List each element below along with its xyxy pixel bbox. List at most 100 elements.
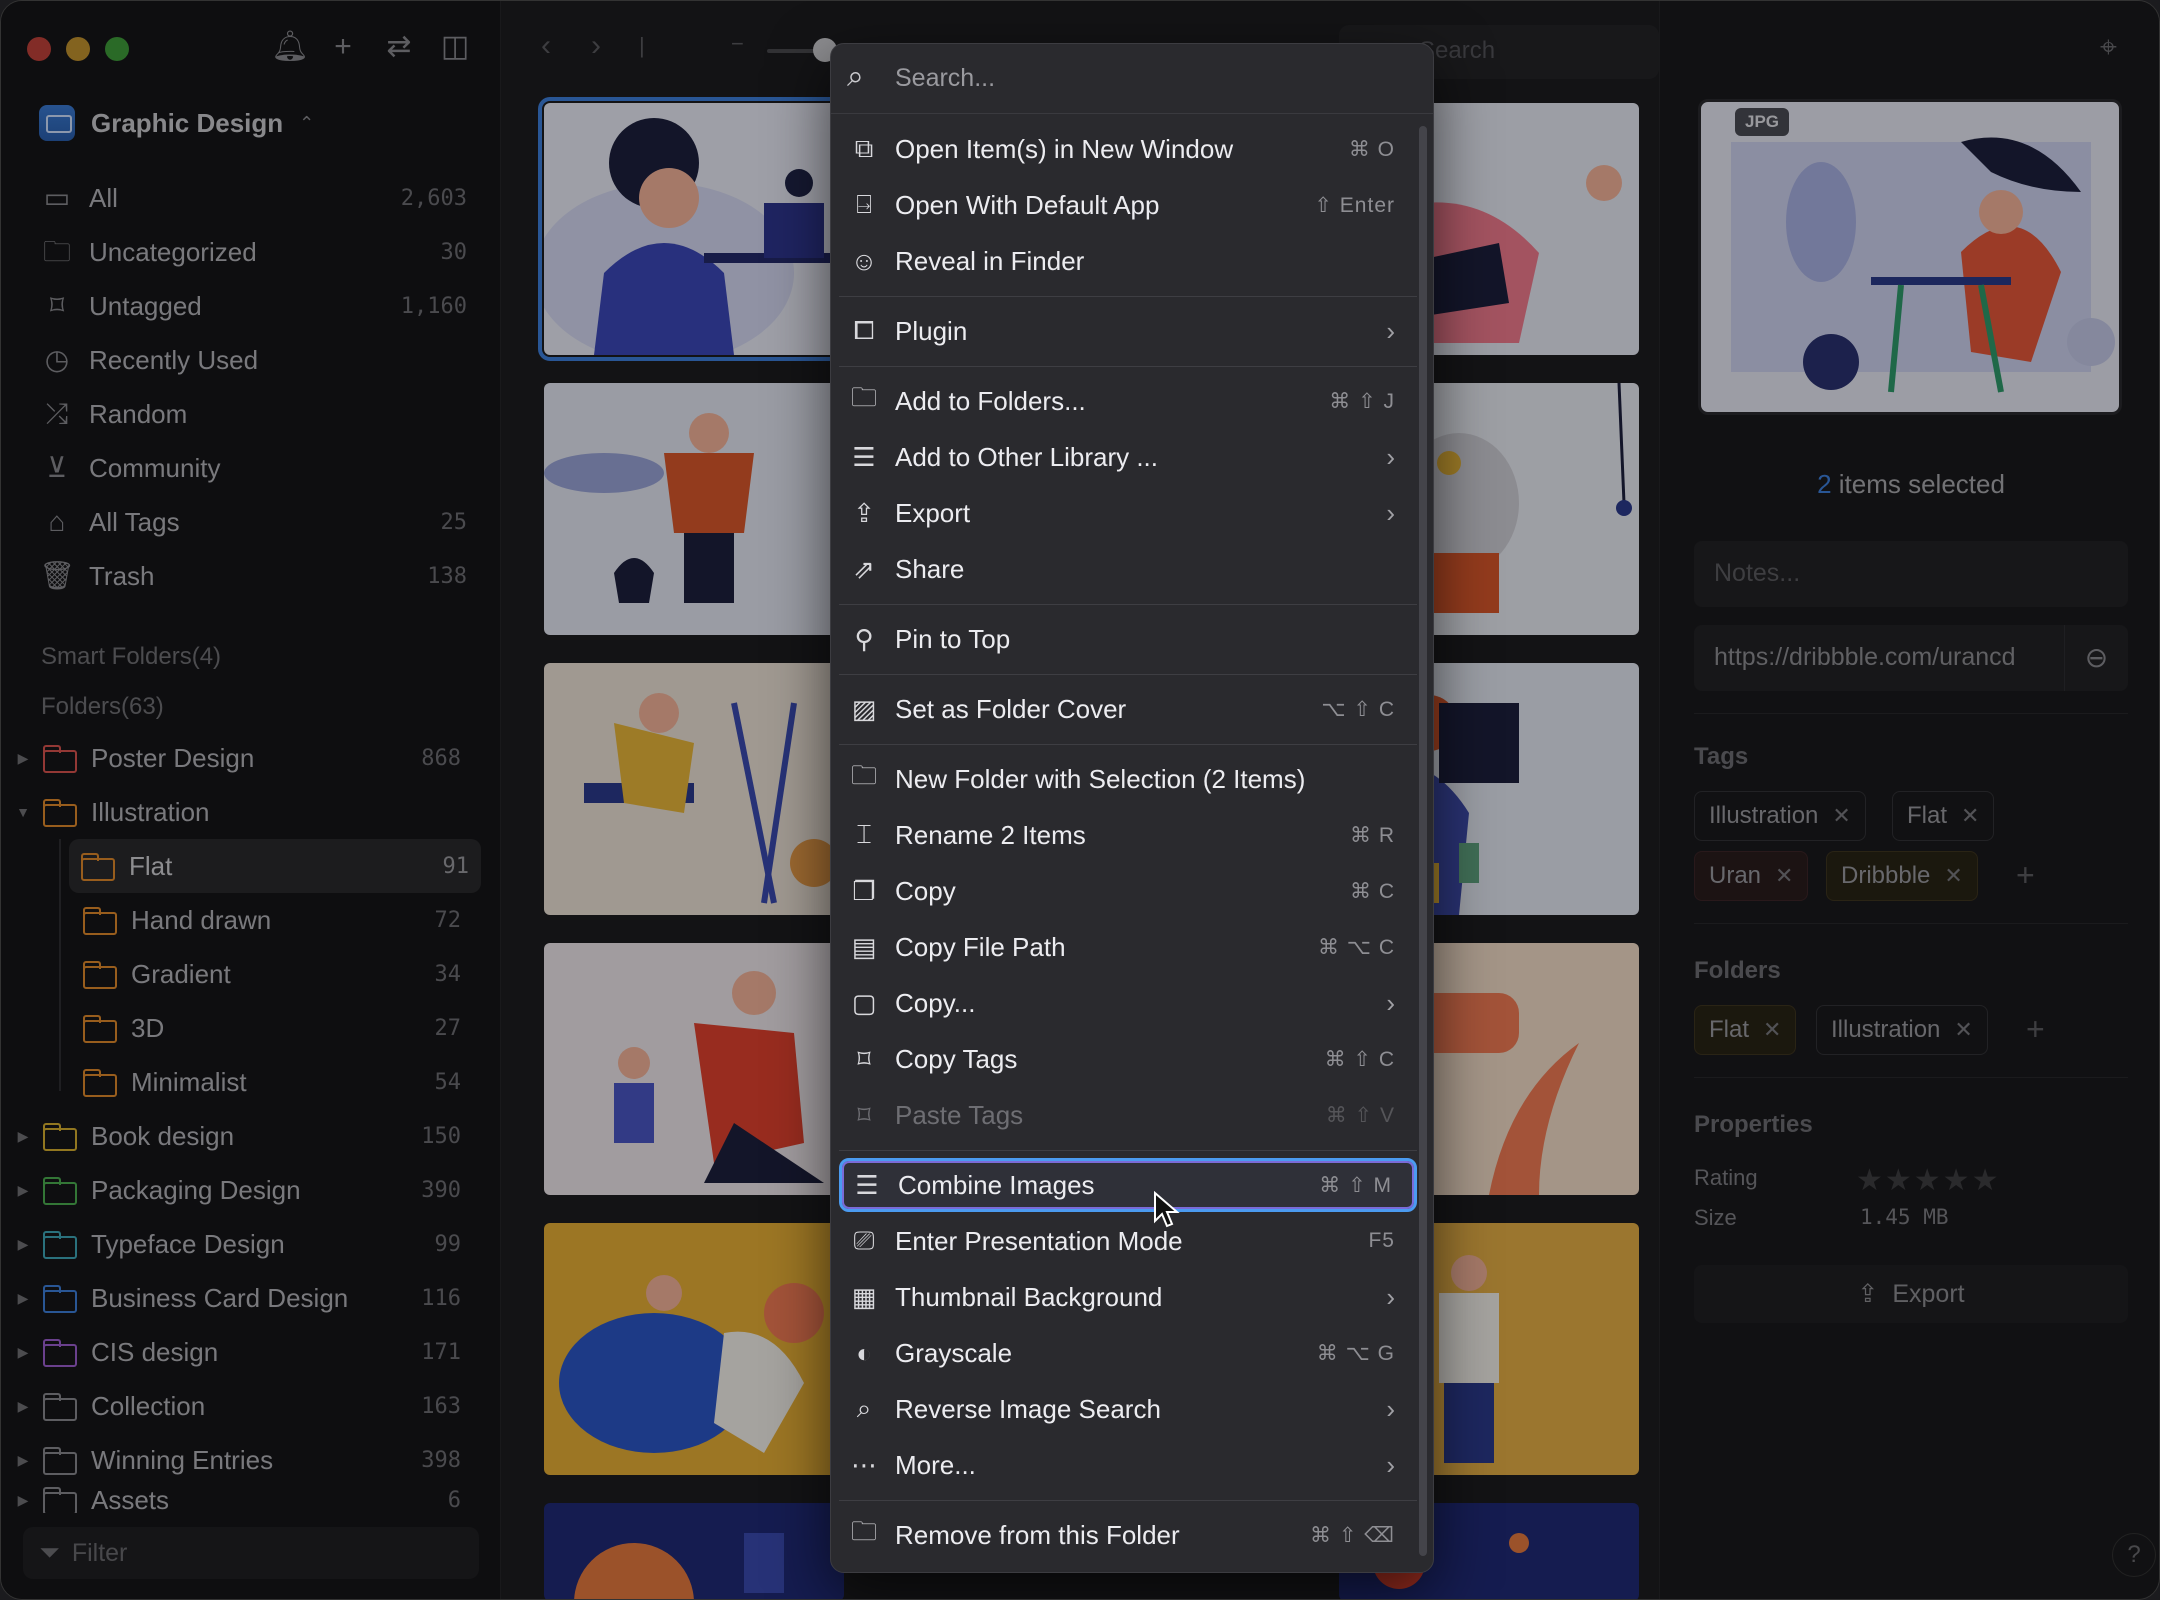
folder-poster-design[interactable]: ▶ Poster Design 868 — [1, 731, 501, 785]
menu-item-grayscale[interactable]: ◐ Grayscale ⌘ ⌥ G — [839, 1326, 1417, 1380]
tag-chip[interactable]: Flat ✕ — [1892, 791, 1995, 841]
zoom-window-button[interactable] — [105, 37, 129, 61]
close-icon[interactable]: ✕ — [1944, 863, 1962, 889]
menu-item-reveal-in-finder[interactable]: ☺ Reveal in Finder — [839, 234, 1417, 288]
thumbnail-item[interactable] — [538, 97, 850, 361]
menu-item-copy[interactable]: ❐ Copy ⌘ C — [839, 864, 1417, 918]
menu-item-new-folder-with-selection-2-items[interactable]: 🗀 New Folder with Selection (2 Items) — [839, 752, 1417, 806]
swap-icon[interactable]: ⇄ — [383, 31, 415, 63]
folder-business-card-design[interactable]: ▶ Business Card Design 116 — [1, 1271, 501, 1325]
folder-packaging-design[interactable]: ▶ Packaging Design 390 — [1, 1163, 501, 1217]
menu-item-share[interactable]: ⇗ Share — [839, 542, 1417, 596]
close-icon[interactable]: ✕ — [1954, 1017, 1972, 1043]
menu-item-open-with-default-app[interactable]: ⍈ Open With Default App ⇧ Enter — [839, 178, 1417, 232]
sidebar-item-all-tags[interactable]: ⌂ All Tags 25 — [29, 495, 479, 549]
folder-flat[interactable]: Flat 91 — [69, 839, 481, 893]
thumbnail-item[interactable] — [544, 383, 844, 635]
folder-winning-entries[interactable]: ▶ Winning Entries 398 — [1, 1433, 501, 1487]
preview-image[interactable]: JPG — [1698, 99, 2122, 415]
export-button[interactable]: ⇪ Export — [1694, 1265, 2128, 1323]
menu-item-enter-presentation-mode[interactable]: ⎚ Enter Presentation Mode F5 — [839, 1214, 1417, 1268]
menu-item-copy-tags[interactable]: ⌑ Copy Tags ⌘ ⇧ C — [839, 1032, 1417, 1086]
back-arrow-icon[interactable]: ‹ — [541, 29, 551, 63]
menu-item-pin-to-top[interactable]: ⚲ Pin to Top — [839, 612, 1417, 666]
chevron-right-icon[interactable]: ▶ — [13, 1492, 33, 1509]
menu-item-export[interactable]: ⇪ Export › — [839, 486, 1417, 540]
tag-chip[interactable]: Illustration ✕ — [1694, 791, 1866, 841]
folder-gradient[interactable]: Gradient 34 — [1, 947, 501, 1001]
close-icon[interactable]: ✕ — [1961, 803, 1979, 829]
rating-stars[interactable]: ★★★★★ — [1856, 1163, 2000, 1198]
folder-chip[interactable]: Flat ✕ — [1694, 1005, 1797, 1055]
chevron-right-icon[interactable]: ▶ — [13, 1128, 33, 1145]
thumbnail-item[interactable] — [544, 1223, 844, 1475]
smart-folders-header[interactable]: Smart Folders(4) — [41, 643, 221, 671]
menu-item-add-to-other-library[interactable]: ☰ Add to Other Library ... › — [839, 430, 1417, 484]
folder-assets[interactable]: ▶ Assets 6 — [1, 1487, 501, 1513]
chevron-right-icon[interactable]: ▶ — [13, 750, 33, 767]
chevron-right-icon[interactable]: ▶ — [13, 1452, 33, 1469]
thumbnail-item[interactable] — [544, 663, 844, 915]
forward-arrow-icon[interactable]: › — [591, 29, 601, 63]
sidebar-item-untagged[interactable]: ⌑ Untagged 1,160 — [29, 279, 479, 333]
sidebar-item-random[interactable]: ⤮ Random — [29, 387, 479, 441]
chevron-right-icon[interactable]: ▶ — [13, 1182, 33, 1199]
close-icon[interactable]: ✕ — [1775, 863, 1793, 889]
folder-3d[interactable]: 3D 27 — [1, 1001, 501, 1055]
menu-item-copy-file-path[interactable]: ▤ Copy File Path ⌘ ⌥ C — [839, 920, 1417, 974]
tag-chip[interactable]: Uran ✕ — [1694, 851, 1809, 901]
menu-item-combine-images[interactable]: ☰ Combine Images ⌘ ⇧ M — [839, 1158, 1417, 1212]
sidebar-toggle-icon[interactable]: ◫ — [439, 31, 471, 63]
folder-book-design[interactable]: ▶ Book design 150 — [1, 1109, 501, 1163]
add-tag-button[interactable]: + — [2016, 857, 2035, 894]
folder-illustration[interactable]: ▼ Illustration — [1, 785, 501, 839]
chevron-right-icon[interactable]: ▶ — [13, 1398, 33, 1415]
folder-collection[interactable]: ▶ Collection 163 — [1, 1379, 501, 1433]
zoom-out-icon[interactable]: − — [731, 31, 744, 57]
chevron-down-icon[interactable]: ▼ — [13, 804, 33, 820]
library-switcher[interactable]: Graphic Design ⌃ — [39, 105, 314, 141]
menu-scrollbar[interactable] — [1419, 126, 1427, 1556]
folder-cis-design[interactable]: ▶ CIS design 171 — [1, 1325, 501, 1379]
menu-item-copy[interactable]: ▢ Copy... › — [839, 976, 1417, 1030]
folders-header[interactable]: Folders(63) — [41, 693, 164, 721]
close-icon[interactable]: ✕ — [1832, 803, 1850, 829]
thumbnail-item[interactable] — [544, 1503, 844, 1599]
link-icon[interactable]: ⊖ — [2064, 625, 2128, 691]
notes-input[interactable]: Notes... — [1694, 541, 2128, 607]
menu-item-remove-from-this-folder[interactable]: 🗀 Remove from this Folder ⌘ ⇧ ⌫ — [839, 1508, 1417, 1562]
sidebar-item-community[interactable]: ⊻ Community — [29, 441, 479, 495]
minimize-window-button[interactable] — [66, 37, 90, 61]
folder-minimalist[interactable]: Minimalist 54 — [1, 1055, 501, 1109]
menu-item-plugin[interactable]: ⧠ Plugin › — [839, 304, 1417, 358]
sidebar-item-recently-used[interactable]: ◷ Recently Used — [29, 333, 479, 387]
pin-icon[interactable]: ⌖ — [2100, 31, 2117, 65]
thumbnail-item[interactable] — [544, 943, 844, 1195]
menu-search-input[interactable]: ⌕ Search... — [831, 44, 1433, 114]
menu-item-rename-2-items[interactable]: ⌶ Rename 2 Items ⌘ R — [839, 808, 1417, 862]
add-folder-button[interactable]: + — [2026, 1011, 2045, 1048]
sidebar-item-trash[interactable]: 🗑︎ Trash 138 — [29, 549, 479, 603]
folder-hand-drawn[interactable]: Hand drawn 72 — [1, 893, 501, 947]
menu-item-more[interactable]: ⋯ More... › — [839, 1438, 1417, 1492]
menu-item-reverse-image-search[interactable]: ⌕ Reverse Image Search › — [839, 1382, 1417, 1436]
menu-item-add-to-folders[interactable]: 🗀 Add to Folders... ⌘ ⇧ J — [839, 374, 1417, 428]
bell-icon[interactable]: 🔔︎ — [271, 31, 309, 63]
menu-item-open-item-s-in-new-window[interactable]: ⧉ Open Item(s) in New Window ⌘ O — [839, 122, 1417, 176]
folder-chip[interactable]: Illustration ✕ — [1816, 1005, 1988, 1055]
sidebar-item-uncategorized[interactable]: 🗀 Uncategorized 30 — [29, 225, 479, 279]
chevron-right-icon[interactable]: ▶ — [13, 1344, 33, 1361]
menu-item-set-as-folder-cover[interactable]: ▨ Set as Folder Cover ⌥ ⇧ C — [839, 682, 1417, 736]
sidebar-filter[interactable]: ⏷ Filter — [23, 1527, 479, 1579]
chevron-right-icon[interactable]: ▶ — [13, 1236, 33, 1253]
menu-item-paste-tags[interactable]: ⌑ Paste Tags ⌘ ⇧ V — [839, 1088, 1417, 1142]
menu-item-thumbnail-background[interactable]: ▦ Thumbnail Background › — [839, 1270, 1417, 1324]
url-field[interactable]: https://dribbble.com/urancd ⊖ — [1694, 625, 2128, 691]
help-button[interactable]: ? — [2112, 1533, 2156, 1577]
close-window-button[interactable] — [27, 37, 51, 61]
chevron-right-icon[interactable]: ▶ — [13, 1290, 33, 1307]
tag-chip[interactable]: Dribbble ✕ — [1826, 851, 1978, 901]
plus-icon[interactable]: + — [327, 31, 359, 63]
close-icon[interactable]: ✕ — [1763, 1017, 1781, 1043]
folder-typeface-design[interactable]: ▶ Typeface Design 99 — [1, 1217, 501, 1271]
